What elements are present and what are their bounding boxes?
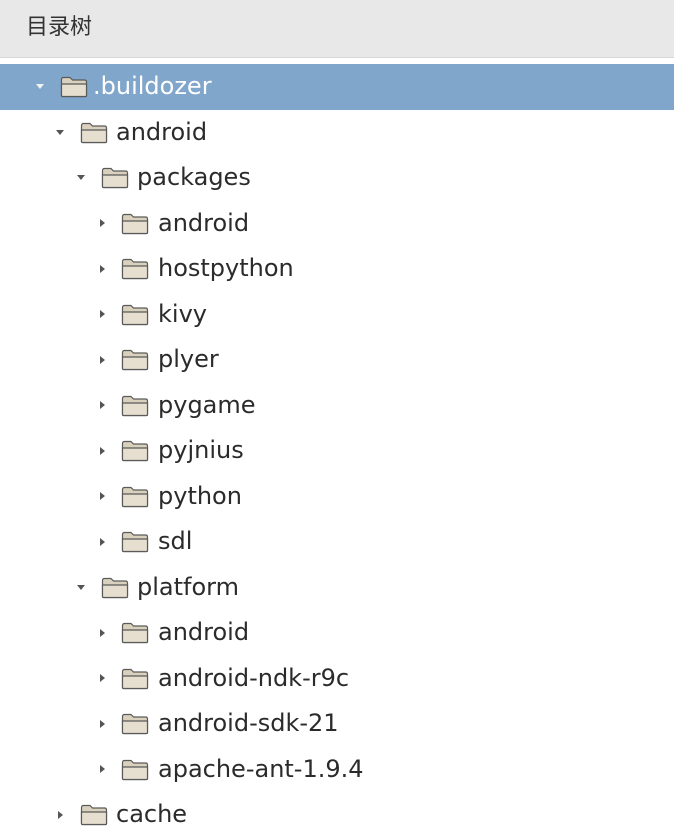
collapsed-arrow-icon[interactable] (95, 610, 109, 656)
tree-row-label: android-ndk-r9c (158, 663, 350, 692)
folder-icon (121, 395, 149, 416)
tree-row-android-ndk-r9c[interactable]: android-ndk-r9c (0, 656, 674, 702)
tree-row-label: .buildozer (93, 72, 212, 100)
tree-row-label: python (158, 481, 242, 510)
collapsed-arrow-icon[interactable] (95, 292, 109, 338)
folder-icon (80, 122, 108, 143)
collapsed-arrow-icon[interactable] (95, 519, 109, 565)
tree-row-label: android (116, 117, 208, 146)
tree-row-pyjnius[interactable]: pyjnius (0, 428, 674, 474)
folder-icon (121, 759, 149, 780)
folder-icon (121, 440, 149, 462)
folder-icon (60, 76, 88, 98)
tree-row-label: cache (116, 800, 188, 828)
tree-header-title: 目录树 (26, 15, 93, 40)
expanded-arrow-icon[interactable] (33, 64, 47, 110)
tree-row-pygame[interactable]: pygame (0, 383, 674, 429)
tree-header: 目录树 (0, 0, 674, 58)
tree-row-label: sdl (158, 527, 193, 555)
collapsed-arrow-icon[interactable] (95, 428, 109, 474)
tree-row-apache-ant-1-9-4[interactable]: apache-ant-1.9.4 (0, 747, 674, 793)
folder-icon (121, 713, 149, 735)
tree-row-label: android (158, 618, 250, 646)
tree-row-label: pygame (158, 390, 256, 419)
tree-rows: .buildozer android packages android host… (0, 64, 674, 829)
expanded-arrow-icon[interactable] (74, 155, 88, 201)
tree-row-label: kivy (158, 299, 207, 328)
collapsed-arrow-icon[interactable] (53, 792, 67, 829)
tree-row-label: plyer (158, 345, 219, 373)
tree-row-buildozer[interactable]: .buildozer (0, 64, 674, 110)
folder-icon (121, 213, 149, 234)
expanded-arrow-icon[interactable] (74, 565, 88, 611)
tree-row-label: platform (137, 572, 239, 601)
collapsed-arrow-icon[interactable] (95, 337, 109, 383)
tree-row-android[interactable]: android (0, 201, 674, 247)
tree-row-android-sdk-21[interactable]: android-sdk-21 (0, 701, 674, 747)
folder-icon (101, 577, 129, 598)
tree-row-platform[interactable]: platform (0, 565, 674, 611)
tree-row-plyer[interactable]: plyer (0, 337, 674, 383)
tree-row-cache[interactable]: cache (0, 792, 674, 829)
tree-row-hostpython[interactable]: hostpython (0, 246, 674, 292)
tree-row-packages[interactable]: packages (0, 155, 674, 201)
directory-tree[interactable]: .buildozer android packages android host… (0, 64, 674, 829)
tree-row-label: packages (137, 163, 251, 191)
tree-row-label: hostpython (158, 254, 294, 282)
tree-row-sdl[interactable]: sdl (0, 519, 674, 565)
tree-row-label: android-sdk-21 (158, 709, 339, 737)
collapsed-arrow-icon[interactable] (95, 383, 109, 429)
tree-row-android[interactable]: android (0, 610, 674, 656)
collapsed-arrow-icon[interactable] (95, 656, 109, 702)
collapsed-arrow-icon[interactable] (95, 201, 109, 247)
tree-row-label: pyjnius (158, 436, 244, 464)
collapsed-arrow-icon[interactable] (95, 474, 109, 520)
tree-row-python[interactable]: python (0, 474, 674, 520)
folder-icon (121, 622, 149, 644)
folder-icon (80, 804, 108, 826)
folder-icon (101, 167, 129, 189)
folder-icon (121, 531, 149, 553)
folder-icon (121, 258, 149, 280)
collapsed-arrow-icon[interactable] (95, 701, 109, 747)
tree-row-android[interactable]: android (0, 110, 674, 156)
tree-row-kivy[interactable]: kivy (0, 292, 674, 338)
folder-icon (121, 486, 149, 507)
folder-icon (121, 304, 149, 325)
tree-row-label: apache-ant-1.9.4 (158, 754, 364, 783)
folder-icon (121, 349, 149, 371)
collapsed-arrow-icon[interactable] (95, 747, 109, 793)
tree-row-label: android (158, 208, 250, 237)
expanded-arrow-icon[interactable] (53, 110, 67, 156)
collapsed-arrow-icon[interactable] (95, 246, 109, 292)
folder-icon (121, 668, 149, 689)
